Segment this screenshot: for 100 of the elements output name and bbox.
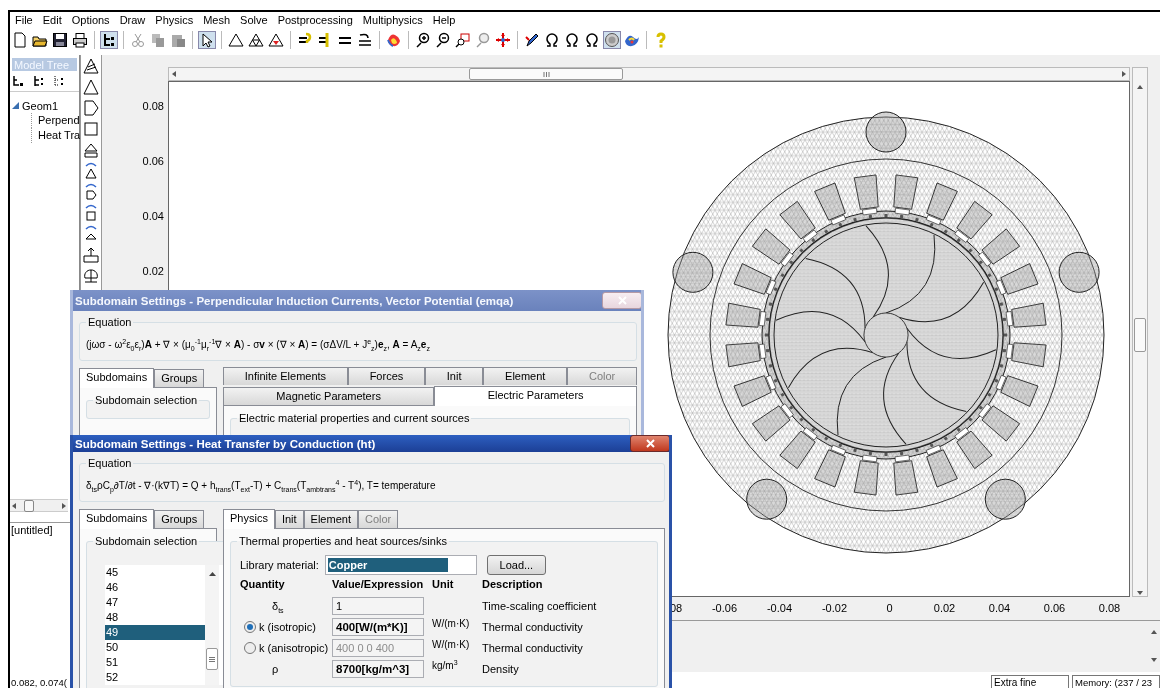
option-label: k (anisotropic) <box>259 642 329 654</box>
horizontal-scrollbar[interactable] <box>10 499 68 512</box>
description-text: Thermal conductivity <box>482 621 584 633</box>
memory-indicator: Memory: (237 / 23 <box>1072 675 1160 688</box>
move-icon[interactable] <box>495 32 511 48</box>
panel-title: Model Tree <box>12 58 77 71</box>
scroll-thumb[interactable] <box>1134 318 1146 352</box>
menu-item[interactable]: Options <box>66 12 115 29</box>
tab[interactable]: Groups <box>154 510 205 528</box>
up-arrow-icon[interactable] <box>1136 84 1144 90</box>
tree-view-icon[interactable] <box>101 32 117 48</box>
list-item[interactable]: 52 <box>105 670 205 685</box>
subdomain-list[interactable]: 45 46 47 48 49 50 51 52 <box>105 565 223 685</box>
paste-icon[interactable] <box>170 32 186 48</box>
menu-item[interactable]: Multiphysics <box>357 12 428 29</box>
menu-item[interactable]: Mesh <box>198 12 236 29</box>
print-icon[interactable] <box>72 32 88 48</box>
list-item[interactable]: 51 <box>105 655 205 670</box>
column-header: Unit <box>432 578 455 592</box>
value-field[interactable]: 400[W/(m*K)] <box>332 618 424 636</box>
left-arrow-icon[interactable] <box>10 501 18 510</box>
group-label: Subdomain selection <box>94 394 199 406</box>
expanded-arrow-icon[interactable] <box>12 102 19 109</box>
radio-button[interactable] <box>244 621 256 633</box>
menu-item[interactable]: Draw <box>114 12 151 29</box>
tab[interactable]: Subdomains <box>79 368 155 388</box>
tree-item[interactable]: Perpend <box>31 113 79 128</box>
tab[interactable]: Magnetic Parameters <box>223 387 435 405</box>
tab[interactable]: Element <box>303 510 358 528</box>
list-item[interactable]: 45 <box>105 565 205 580</box>
scroll-thumb[interactable] <box>469 68 623 80</box>
tab[interactable]: Element <box>483 367 568 385</box>
tab[interactable]: Groups <box>154 369 205 387</box>
unit-label: kg/m$^{3}$ <box>432 660 459 671</box>
pointer-icon[interactable] <box>199 32 215 48</box>
list-item[interactable]: 49 <box>105 625 205 640</box>
column-header: Value/Expression <box>332 578 425 592</box>
triangle-icon[interactable] <box>228 32 244 48</box>
menu-item[interactable]: Help <box>427 12 461 29</box>
zoom-in-icon[interactable] <box>415 32 431 48</box>
group-label: Electric material properties and current sources <box>238 412 471 424</box>
axis-tick-label: 0.04 <box>987 602 1012 616</box>
menu-item[interactable]: Postprocessing <box>272 12 358 29</box>
save-icon[interactable] <box>52 32 68 48</box>
color-plot-icon[interactable] <box>386 32 402 48</box>
close-button[interactable] <box>630 435 669 452</box>
zoom-out-icon[interactable] <box>435 32 451 48</box>
tab[interactable]: Physics <box>223 509 275 529</box>
vertical-scrollbar[interactable] <box>1150 629 1158 663</box>
dialog-title: Subdomain Settings - Heat Transfer by Conduction (ht) <box>75 437 377 450</box>
grip-icon <box>209 656 215 662</box>
rotate-shape-icon[interactable] <box>82 162 100 180</box>
tree-item[interactable]: Heat Tra <box>31 128 79 143</box>
vertical-scrollbar[interactable] <box>1132 67 1148 597</box>
pencil-icon[interactable] <box>524 32 540 48</box>
triangle-mesh-icon[interactable] <box>268 32 284 48</box>
scroll-thumb[interactable] <box>206 648 218 670</box>
column-header: Description <box>482 578 544 592</box>
menu-item[interactable]: Physics <box>150 12 199 29</box>
down-arrow-icon[interactable] <box>1150 657 1158 663</box>
list-item[interactable]: 46 <box>105 580 205 595</box>
tab[interactable]: Subdomains <box>79 509 155 529</box>
tree-item[interactable]: Geom1 <box>22 99 59 112</box>
list-item[interactable]: 48 <box>105 610 205 625</box>
list-item[interactable]: 47 <box>105 595 205 610</box>
right-arrow-icon[interactable] <box>60 501 68 510</box>
up-arrow-icon[interactable] <box>208 571 216 576</box>
axis-tick-label: -0.02 <box>820 602 849 616</box>
mesh-plot-icon[interactable] <box>604 32 620 48</box>
polygon-icon[interactable] <box>82 99 100 117</box>
zoom-window-icon[interactable] <box>455 32 471 48</box>
tab[interactable]: Init <box>425 367 484 385</box>
list-item[interactable]: 50 <box>105 640 205 655</box>
omega-icon[interactable] <box>564 32 580 48</box>
tab[interactable]: Infinite Elements <box>223 367 348 385</box>
group-label: Thermal properties and heat sources/sinks <box>238 535 448 547</box>
rotate-shape-icon[interactable] <box>82 225 100 243</box>
up-arrow-icon[interactable] <box>1150 629 1158 635</box>
menu-item[interactable]: Edit <box>37 12 67 29</box>
omega-icon[interactable] <box>584 32 600 48</box>
value-field[interactable]: 8700[kg/m^3] <box>332 660 424 678</box>
value-field[interactable]: 1 <box>332 597 424 615</box>
omega-icon[interactable] <box>544 32 560 48</box>
copy-icon[interactable] <box>150 32 166 48</box>
triangle-icon[interactable] <box>82 78 100 96</box>
load-button[interactable]: Load... <box>486 555 546 575</box>
menu-item[interactable]: Solve <box>235 12 273 29</box>
tab[interactable]: Forces <box>347 367 426 385</box>
new-file-icon[interactable] <box>12 32 28 48</box>
down-arrow-icon[interactable] <box>1136 590 1144 596</box>
axis-tick-label: 0.02 <box>932 602 957 616</box>
triangle-mesh-icon[interactable] <box>248 32 264 48</box>
menu-item[interactable]: File <box>10 12 38 29</box>
horizontal-scrollbar[interactable] <box>168 67 1130 81</box>
rectangle-icon[interactable] <box>82 120 100 138</box>
input-field[interactable]: Copper <box>324 555 477 575</box>
tab[interactable]: Init <box>274 510 304 528</box>
tab[interactable]: Electric Parameters <box>434 386 637 406</box>
document-tab[interactable]: [untitled] <box>10 524 66 536</box>
scroll-thumb[interactable] <box>24 499 34 512</box>
